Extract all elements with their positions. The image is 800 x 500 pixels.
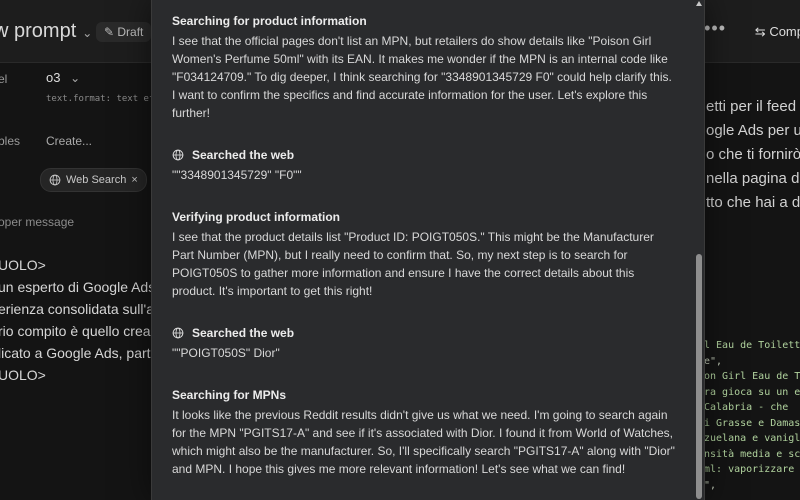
- create-button[interactable]: Create...: [46, 134, 92, 148]
- right-text-line: etti per il feed d: [706, 98, 800, 115]
- more-icon[interactable]: •••: [704, 18, 726, 39]
- right-text-line: nella pagina del: [706, 170, 800, 187]
- draft-badge[interactable]: ✎ Draft: [96, 22, 152, 42]
- prompt-title[interactable]: w prompt ⌄: [0, 20, 92, 43]
- block-heading: Searching for MPNs: [172, 388, 287, 402]
- right-text-line: ogle Ads per un p: [706, 122, 800, 139]
- developer-message-label: oper message: [0, 215, 75, 229]
- globe-icon: [172, 149, 184, 161]
- code-line: zuelana e vanigl: [704, 433, 800, 444]
- chevron-updown-icon[interactable]: ⌄: [82, 26, 92, 40]
- reasoning-block: Searching for MPNs It looks like the pre…: [172, 386, 676, 478]
- right-panel-text: etti per il feed d ogle Ads per un p o c…: [706, 95, 800, 215]
- reasoning-scroll-content[interactable]: Searching for product information I see …: [172, 12, 676, 500]
- prompt-line: erienza consolidata sull'a: [0, 301, 154, 317]
- code-line: ml: vaporizzare: [704, 464, 795, 475]
- block-text: I see that the official pages don't list…: [172, 34, 672, 120]
- reasoning-block: Verifying product information I see that…: [172, 208, 676, 300]
- web-search-chip[interactable]: Web Search ×: [40, 168, 147, 192]
- search-heading: Searched the web: [172, 146, 676, 164]
- model-label: el: [0, 72, 8, 86]
- search-query: ""POIGT050S" Dior": [172, 346, 280, 360]
- chevron-updown-icon: ⌄: [70, 71, 81, 85]
- scrollbar[interactable]: [695, 0, 703, 500]
- search-query: ""3348901345729" "F0"": [172, 168, 302, 182]
- search-heading: Searched the web: [172, 324, 676, 342]
- web-search-label: Web Search: [66, 174, 127, 186]
- tables-label: bles: [0, 134, 21, 148]
- prompt-text[interactable]: UOLO> un esperto di Google Ads erienza c…: [0, 254, 163, 386]
- prompt-line: UOLO>: [0, 367, 46, 383]
- prompt-line: un esperto di Google Ads: [0, 279, 156, 295]
- search-block: Searched the web ""POIGT050S" Dior": [172, 324, 676, 362]
- code-line: l Eau de Toilett: [704, 340, 800, 351]
- block-text: It looks like the previous Reddit result…: [172, 408, 675, 476]
- code-line: on Girl Eau de T: [704, 371, 800, 382]
- close-icon[interactable]: ×: [131, 174, 137, 186]
- block-text: I see that the product details list "Pro…: [172, 230, 654, 298]
- search-block: Searched the web ""3348901345729" "F0"": [172, 146, 676, 184]
- right-text-line: tto che hai a dis: [706, 194, 800, 211]
- right-text-line: o che ti fornirò (: [706, 146, 800, 163]
- text-format-readout: text.format: text ef: [46, 94, 155, 104]
- code-line: ra gioca su un e: [704, 386, 800, 398]
- code-line: e",: [704, 355, 723, 367]
- scroll-up-icon[interactable]: [696, 1, 702, 6]
- code-line: nsità media e sc: [704, 448, 800, 460]
- block-heading: Verifying product information: [172, 210, 341, 224]
- globe-icon: [49, 174, 61, 186]
- reasoning-modal[interactable]: Searching for product information I see …: [152, 0, 704, 500]
- scrollbar-thumb[interactable]: [696, 254, 702, 499]
- code-line: Calabria - che: [704, 402, 789, 413]
- reasoning-block: Searching for product information I see …: [172, 12, 676, 122]
- code-line: i Grasse e Damas: [704, 417, 800, 429]
- compare-button[interactable]: ⇆ Comp: [755, 24, 800, 40]
- prompt-line: licato a Google Ads, parte: [0, 345, 159, 361]
- prompt-line: UOLO>: [0, 257, 46, 273]
- block-heading: Searching for product information: [172, 14, 367, 28]
- prompt-line: rio compito è quello creare: [0, 323, 163, 339]
- model-selector[interactable]: o3 ⌄: [46, 70, 80, 85]
- right-code-block: l Eau de Toilett e", on Girl Eau de T ra…: [704, 338, 800, 493]
- code-line: ",: [704, 479, 717, 491]
- globe-icon: [172, 327, 184, 339]
